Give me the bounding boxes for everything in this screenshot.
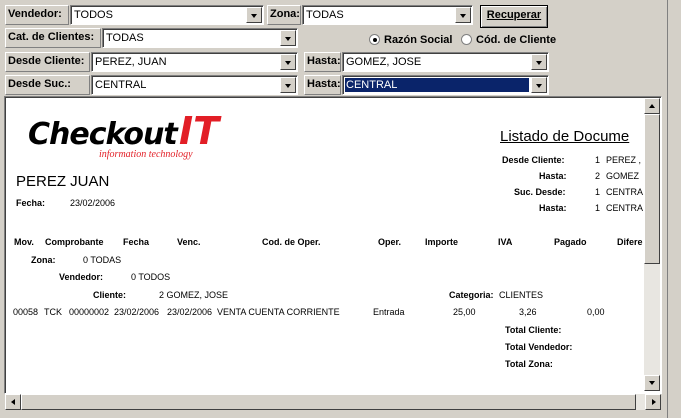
- radio-unselected-icon: [461, 34, 472, 45]
- report-param-value: CENTRA: [606, 187, 644, 197]
- radio-cod-cliente-label: Cód. de Cliente: [476, 34, 557, 46]
- zona-dropdown-arrow-icon[interactable]: [455, 7, 471, 23]
- scroll-right-icon[interactable]: [645, 394, 661, 410]
- hasta-cliente-label: Hasta:: [304, 52, 341, 72]
- hasta-cliente-dropdown-arrow-icon[interactable]: [531, 54, 547, 70]
- group-zona-label: Zona:: [31, 255, 56, 265]
- vertical-scroll-thumb[interactable]: [644, 114, 660, 264]
- horizontal-scroll-thumb[interactable]: [21, 394, 636, 410]
- group-vendedor-value: 0 TODOS: [131, 272, 171, 282]
- hasta-suc-dropdown-arrow-icon[interactable]: [531, 77, 547, 93]
- desde-suc-dropdown-arrow-icon[interactable]: [280, 77, 296, 93]
- hasta-suc-label: Hasta:: [304, 75, 341, 95]
- row-cod-oper: VENTA CUENTA CORRIENTE: [217, 307, 340, 317]
- group-zona-value: 0 TODAS: [83, 255, 122, 265]
- group-categoria-label: Categoria:: [449, 290, 494, 300]
- row-importe: 25,00: [453, 307, 476, 317]
- categoria-select[interactable]: TODAS: [102, 28, 298, 48]
- recuperar-button[interactable]: Recuperar: [480, 5, 548, 28]
- categoria-value: TODAS: [106, 32, 144, 44]
- total-zona-label: Total Zona:: [505, 359, 553, 369]
- group-vendedor-label: Vendedor:: [59, 272, 104, 282]
- vertical-scrollbar[interactable]: [644, 98, 660, 391]
- report-param-num: 1: [595, 203, 601, 213]
- report-param-label: Hasta:: [539, 203, 567, 213]
- scroll-down-icon[interactable]: [644, 375, 660, 391]
- hasta-suc-select[interactable]: CENTRAL: [342, 75, 549, 95]
- column-header: Difere: [617, 237, 643, 247]
- column-header: Mov.: [14, 237, 34, 247]
- column-header: Pagado: [554, 237, 587, 247]
- report-fecha-label: Fecha:: [16, 198, 46, 208]
- row-mov: 00058: [13, 307, 39, 317]
- row-pagado: 0,00: [587, 307, 605, 317]
- report-client-name: PEREZ JUAN: [16, 173, 110, 190]
- window-right-edge: [667, 0, 668, 418]
- row-iva: 3,26: [519, 307, 537, 317]
- desde-cliente-value: PEREZ, JUAN: [95, 56, 167, 68]
- resize-grip-icon[interactable]: [661, 394, 677, 410]
- logo-main-text: Checkout: [28, 117, 178, 152]
- report-param-label: Suc. Desde:: [514, 187, 566, 197]
- report-param-label: Desde Cliente:: [502, 155, 565, 165]
- column-header: Venc.: [177, 237, 201, 247]
- group-categoria-value: CLIENTES: [499, 290, 544, 300]
- group-cliente-value: 2 GOMEZ, JOSE: [159, 290, 229, 300]
- vendedor-select[interactable]: TODOS: [70, 5, 264, 25]
- logo-tagline-text: information technology: [99, 149, 193, 160]
- group-cliente-label: Cliente:: [93, 290, 127, 300]
- total-cliente-label: Total Cliente:: [505, 325, 562, 335]
- report-title: Listado de Docume: [500, 128, 630, 145]
- report-viewer[interactable]: Checkout IT information technology Lista…: [4, 96, 662, 394]
- zona-value: TODAS: [306, 9, 344, 21]
- scroll-up-icon[interactable]: [644, 98, 660, 114]
- report-param-num: 1: [595, 155, 601, 165]
- report-param-num: 2: [595, 171, 601, 181]
- column-header: Fecha: [123, 237, 150, 247]
- desde-suc-value: CENTRAL: [95, 79, 147, 91]
- column-header: Importe: [425, 237, 459, 247]
- radio-selected-icon: [369, 34, 380, 45]
- vendedor-value: TODOS: [74, 9, 113, 21]
- categoria-label: Cat. de Clientes:: [5, 28, 101, 48]
- hasta-suc-value: CENTRAL: [345, 78, 529, 92]
- horizontal-scrollbar[interactable]: [5, 394, 661, 410]
- column-header: IVA: [498, 237, 513, 247]
- radio-cod-cliente[interactable]: Cód. de Cliente: [461, 33, 556, 49]
- row-fecha: 23/02/2006: [114, 307, 160, 317]
- hasta-cliente-value: GOMEZ, JOSE: [346, 56, 422, 68]
- desde-cliente-label: Desde Cliente:: [5, 52, 90, 72]
- radio-razon-social-label: Razón Social: [384, 34, 453, 46]
- zona-select[interactable]: TODAS: [302, 5, 473, 25]
- column-header: Comprobante: [45, 237, 104, 247]
- report-param-value: CENTRA: [606, 203, 644, 213]
- desde-cliente-select[interactable]: PEREZ, JUAN: [91, 52, 298, 72]
- desde-suc-label: Desde Suc.:: [5, 75, 90, 95]
- row-venc: 23/02/2006: [167, 307, 213, 317]
- total-vendedor-label: Total Vendedor:: [505, 342, 573, 352]
- categoria-dropdown-arrow-icon[interactable]: [280, 30, 296, 46]
- column-header: Oper.: [378, 237, 402, 247]
- desde-suc-select[interactable]: CENTRAL: [91, 75, 298, 95]
- column-header: Cod. de Oper.: [262, 237, 321, 247]
- checkout-it-logo: Checkout IT information technology: [25, 109, 235, 165]
- report-param-value: PEREZ ,: [606, 155, 642, 165]
- report-param-label: Hasta:: [539, 171, 567, 181]
- row-tipo: TCK: [44, 307, 62, 317]
- report-param-num: 1: [595, 187, 601, 197]
- row-comprobante: 00000002: [69, 307, 110, 317]
- desde-cliente-dropdown-arrow-icon[interactable]: [280, 54, 296, 70]
- report-param-value: GOMEZ: [606, 171, 639, 181]
- zona-label: Zona:: [267, 5, 301, 25]
- hasta-cliente-select[interactable]: GOMEZ, JOSE: [342, 52, 549, 72]
- recuperar-label: Recuperar: [486, 9, 542, 21]
- vendedor-dropdown-arrow-icon[interactable]: [246, 7, 262, 23]
- report-fecha-value: 23/02/2006: [70, 198, 116, 208]
- vendedor-label: Vendedor:: [5, 5, 69, 25]
- radio-razon-social[interactable]: Razón Social: [369, 33, 452, 49]
- scroll-left-icon[interactable]: [5, 394, 21, 410]
- logo-it-text: IT: [179, 109, 220, 153]
- row-oper: Entrada: [373, 307, 405, 317]
